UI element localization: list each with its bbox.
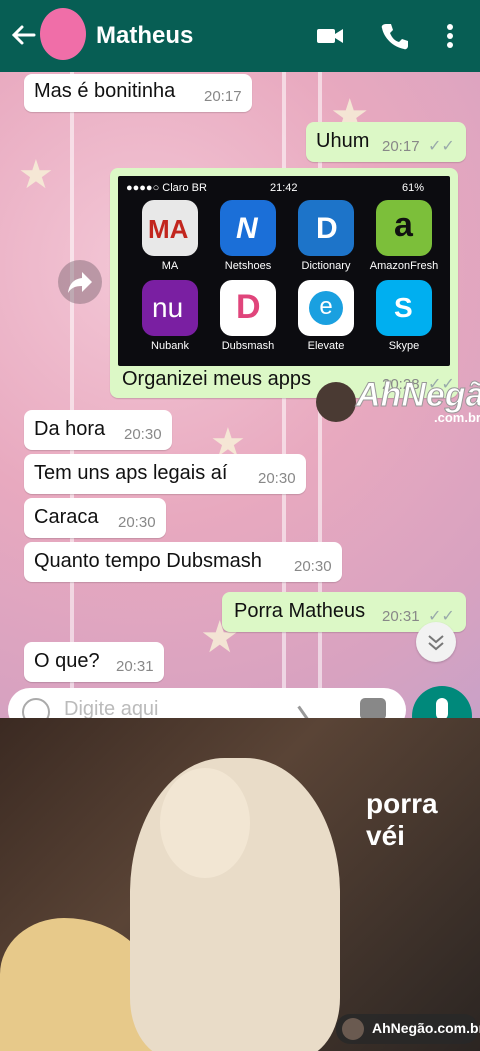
scroll-down-button[interactable] bbox=[416, 622, 456, 662]
message-text: Tem uns aps legais aí bbox=[34, 462, 228, 484]
mic-icon bbox=[436, 698, 448, 718]
message-input[interactable]: Digite aqui bbox=[64, 698, 159, 718]
message-out[interactable]: Uhum 20:17 ✓✓ bbox=[306, 122, 466, 162]
message-text: Da hora bbox=[34, 418, 106, 440]
message-out-image[interactable]: ●●●●○ Claro BR 21:42 61% MA MA N Netshoe… bbox=[110, 168, 458, 398]
message-text: Caraca bbox=[34, 506, 99, 528]
emoji-icon[interactable] bbox=[22, 698, 50, 718]
message-time: 20:31 bbox=[382, 608, 420, 625]
shared-image-phone-screenshot[interactable]: ●●●●○ Claro BR 21:42 61% MA MA N Netshoe… bbox=[118, 176, 450, 366]
app-label: AmazonFresh bbox=[369, 260, 439, 272]
message-in[interactable]: Da hora 20:30 bbox=[24, 410, 172, 450]
forward-icon[interactable] bbox=[58, 260, 102, 304]
avatar[interactable] bbox=[40, 8, 86, 60]
app-icon-dictionary: D bbox=[298, 200, 354, 256]
mic-button[interactable] bbox=[412, 686, 472, 718]
app-label: Dictionary bbox=[301, 260, 351, 272]
ahnegao-logo: AhNegão! .com.br bbox=[316, 374, 480, 434]
logo-mascot-icon bbox=[316, 382, 356, 422]
status-battery: 61% bbox=[402, 182, 425, 194]
app-icon-netshoes: N bbox=[220, 200, 276, 256]
app-icon-nubank: nu bbox=[142, 280, 198, 336]
message-text: Uhum bbox=[316, 130, 370, 152]
meme-caption: porra véi bbox=[366, 788, 438, 851]
message-in[interactable]: Tem uns aps legais aí 20:30 bbox=[24, 454, 306, 494]
app-icon-skype: S bbox=[376, 280, 432, 336]
phone-icon[interactable] bbox=[378, 20, 410, 52]
message-text: Organizei meus apps bbox=[122, 368, 311, 390]
status-clock: 21:42 bbox=[270, 182, 298, 194]
app-icon-elevate: e bbox=[298, 280, 354, 336]
message-time: 20:30 bbox=[258, 470, 296, 487]
chat-area[interactable]: ★ ★ ★ ★ Mas é bonitinha 20:17 Uhum 20:17… bbox=[0, 72, 480, 718]
app-label: Elevate bbox=[307, 340, 345, 352]
message-in[interactable]: Caraca 20:30 bbox=[24, 498, 166, 538]
message-time: 20:30 bbox=[294, 558, 332, 575]
message-in[interactable]: O que? 20:31 bbox=[24, 642, 164, 682]
more-options-icon[interactable] bbox=[434, 20, 466, 52]
app-label: Netshoes bbox=[224, 260, 272, 272]
video-call-icon[interactable] bbox=[314, 20, 346, 52]
message-text: Porra Matheus bbox=[234, 600, 366, 622]
meme-photo-dog: porra véi AhNegão.com.br bbox=[0, 718, 480, 1051]
background-star: ★ bbox=[18, 153, 54, 197]
app-label: Skype bbox=[388, 340, 420, 352]
status-carrier: ●●●●○ Claro BR bbox=[126, 182, 207, 194]
watermark-mascot-icon bbox=[342, 1018, 364, 1040]
message-time: 20:30 bbox=[118, 514, 156, 531]
app-icon-amazonfresh: a bbox=[376, 200, 432, 256]
message-time: 20:31 bbox=[116, 658, 154, 675]
message-in[interactable]: Mas é bonitinha 20:17 bbox=[24, 74, 252, 112]
message-text: O que? bbox=[34, 650, 100, 672]
chat-header: Matheus bbox=[0, 0, 480, 72]
message-text: Mas é bonitinha bbox=[34, 80, 176, 102]
camera-icon[interactable] bbox=[360, 698, 386, 718]
message-time: 20:17 bbox=[204, 88, 242, 105]
read-ticks-icon: ✓✓ bbox=[428, 138, 455, 155]
app-icon-ma: MA bbox=[142, 200, 198, 256]
dog-face bbox=[160, 768, 250, 878]
message-input-bar[interactable]: Digite aqui bbox=[8, 688, 406, 718]
back-arrow-icon[interactable] bbox=[8, 20, 38, 50]
message-time: 20:17 bbox=[382, 138, 420, 155]
message-text: Quanto tempo Dubsmash bbox=[34, 550, 262, 572]
app-icon-dubsmash: D bbox=[220, 280, 276, 336]
contact-name[interactable]: Matheus bbox=[96, 22, 193, 50]
background-beam bbox=[70, 72, 74, 718]
app-label: Dubsmash bbox=[221, 340, 275, 352]
app-label: MA bbox=[161, 260, 179, 272]
message-in[interactable]: Quanto tempo Dubsmash 20:30 bbox=[24, 542, 342, 582]
app-label: Nubank bbox=[151, 340, 189, 352]
attach-icon[interactable] bbox=[297, 693, 332, 718]
watermark-badge: AhNegão.com.br bbox=[336, 1014, 480, 1044]
message-time: 20:30 bbox=[124, 426, 162, 443]
